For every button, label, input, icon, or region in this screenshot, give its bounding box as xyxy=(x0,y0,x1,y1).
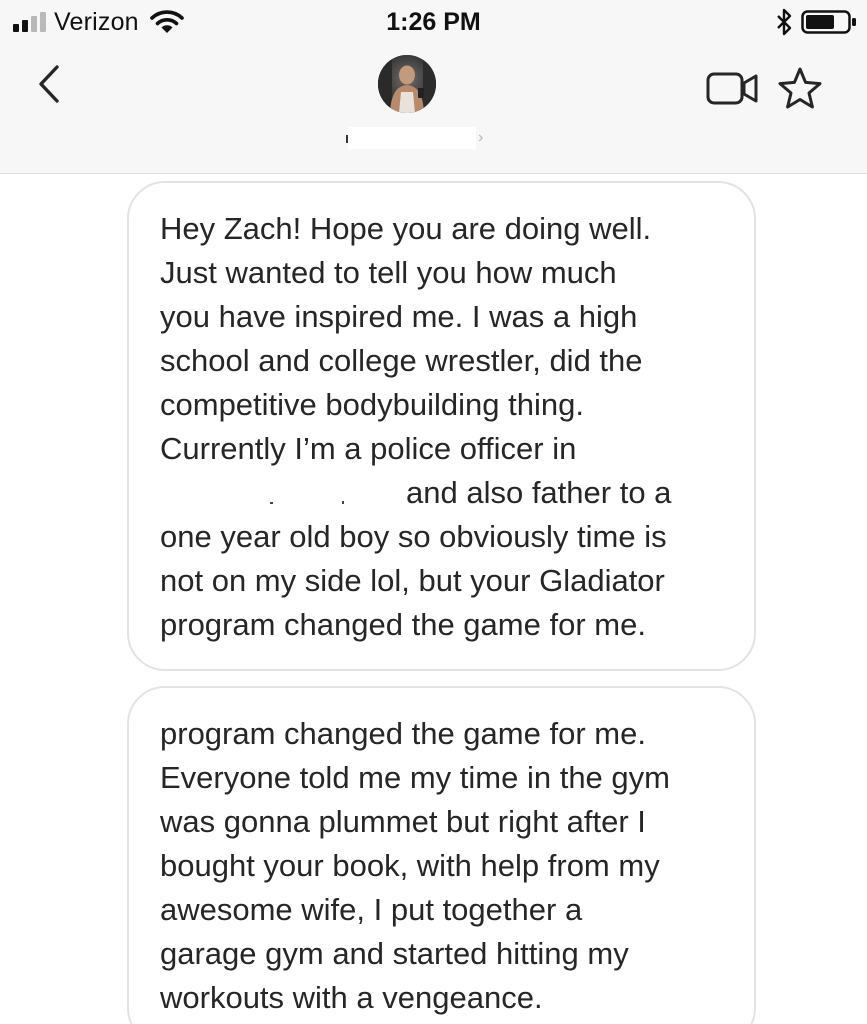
message-bubble[interactable]: Hey Zach! Hope you are doing well. Just … xyxy=(127,181,756,671)
message-line: school and college wrestler, did the xyxy=(160,343,643,378)
video-call-icon[interactable] xyxy=(706,67,760,109)
message-line: you have inspired me. I was a high xyxy=(160,299,638,334)
avatar[interactable] xyxy=(378,55,436,113)
message-line: bought your book, with help from my xyxy=(160,848,660,883)
message-line: was gonna plummet but right after I xyxy=(160,804,646,839)
username-row[interactable]: › xyxy=(340,125,500,151)
avatar-photo-icon xyxy=(378,55,436,113)
message-line: awesome wife, I put together a xyxy=(160,892,583,927)
redacted-location xyxy=(160,480,406,510)
message-line: Hey Zach! Hope you are doing well. xyxy=(160,211,652,246)
message-line: garage gym and started hitting my xyxy=(160,936,629,971)
dm-thread-screen: Verizon 1:26 PM › Hey Zach! Hope you are… xyxy=(0,0,867,1024)
message-line: not on my side lol, but your Gladiator xyxy=(160,563,665,598)
chevron-right-icon: › xyxy=(478,129,484,146)
status-bar: Verizon 1:26 PM xyxy=(0,0,867,44)
star-icon[interactable] xyxy=(777,66,823,110)
message-line-redacted: and also father to a xyxy=(160,471,724,515)
message-line: Currently I’m a police officer in xyxy=(160,431,577,466)
message-line: one year old boy so obviously time is xyxy=(160,519,667,554)
bluetooth-icon xyxy=(777,8,792,36)
status-time: 1:26 PM xyxy=(386,8,481,36)
message-line: Just wanted to tell you how much xyxy=(160,255,617,290)
back-chevron-icon[interactable] xyxy=(32,62,66,106)
message-line-text: and also father to a xyxy=(406,475,672,510)
message-bubble[interactable]: program changed the game for me. Everyon… xyxy=(127,686,756,1024)
battery-icon xyxy=(801,10,856,34)
message-line: Everyone told me my time in the gym xyxy=(160,760,670,795)
message-line: program changed the game for me. xyxy=(160,607,646,642)
message-line: competitive bodybuilding thing. xyxy=(160,387,584,422)
redacted-username xyxy=(348,127,476,149)
header: Verizon 1:26 PM › xyxy=(0,0,867,174)
message-line: program changed the game for me. xyxy=(160,716,646,751)
message-line: workouts with a vengeance. xyxy=(160,980,543,1015)
